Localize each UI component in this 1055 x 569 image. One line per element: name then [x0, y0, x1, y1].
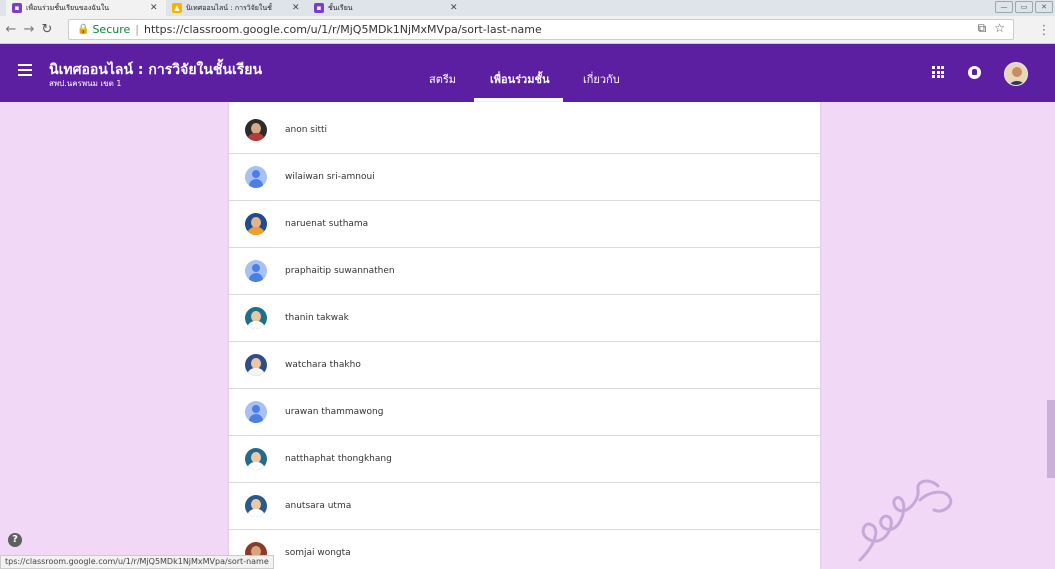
menu-icon[interactable] [18, 64, 32, 76]
student-name: thanin takwak [285, 313, 349, 323]
app-header: นิเทศออนไลน์ : การวิจัยในชั้นเรียน สพป.น… [0, 44, 1055, 102]
avatar [245, 401, 267, 423]
browser-tab-label: เพื่อนร่วมชั้นเรียนของฉันใน [26, 3, 110, 12]
avatar [245, 260, 267, 282]
window-controls: — ▭ ✕ [995, 1, 1053, 13]
avatar [245, 166, 267, 188]
close-icon[interactable]: ✕ [292, 3, 300, 13]
close-window-button[interactable]: ✕ [1035, 1, 1053, 13]
list-item[interactable]: thanin takwak [229, 295, 820, 342]
browser-tab-label: นิเทศออนไลน์ : การวิจัยในชั้ [186, 3, 272, 12]
apps-grid-icon[interactable] [932, 66, 944, 78]
avatar [245, 307, 267, 329]
status-bar-url: tps://classroom.google.com/u/1/r/MjQ5MDk… [0, 555, 274, 569]
avatar [245, 495, 267, 517]
account-avatar[interactable] [1004, 62, 1028, 86]
tab-stream[interactable]: สตรีม [429, 70, 456, 88]
url-text: https://classroom.google.com/u/1/r/MjQ5M… [144, 23, 542, 36]
lock-icon: 🔒 [77, 24, 90, 35]
avatar [245, 354, 267, 376]
maximize-button[interactable]: ▭ [1015, 1, 1033, 13]
list-item[interactable]: urawan thammawong [229, 389, 820, 436]
url-input[interactable]: 🔒 Secure | https://classroom.google.com/… [68, 19, 1014, 40]
browser-tab-class[interactable]: ▲ นิเทศออนไลน์ : การวิจัยในชั้ ✕ [166, 0, 308, 16]
notifications-icon[interactable] [968, 66, 981, 79]
scrollbar[interactable] [1047, 400, 1055, 478]
student-name: watchara thakho [285, 360, 361, 370]
back-arrow-icon[interactable]: ← [2, 21, 20, 39]
address-bar: ← → ↻ 🔒 Secure | https://classroom.googl… [0, 16, 1055, 44]
browser-tab-classes[interactable]: ▪ ชั้นเรียน ✕ [308, 0, 468, 16]
drive-tab-icon: ▲ [172, 3, 182, 13]
avatar [245, 448, 267, 470]
avatar [245, 119, 267, 141]
student-name: urawan thammawong [285, 407, 384, 417]
url-separator: | [135, 23, 139, 36]
secure-label: Secure [92, 23, 131, 36]
list-item[interactable]: anon sitti [229, 107, 820, 154]
student-name: anon sitti [285, 125, 328, 135]
more-menu-icon[interactable]: ⋮ [1035, 21, 1053, 39]
student-name: somjai wongta [285, 548, 351, 558]
list-item[interactable]: naruenat suthama [229, 201, 820, 248]
watermark-decoration [858, 479, 953, 562]
list-item[interactable]: praphaitip suwannathen [229, 248, 820, 295]
student-name: anutsara utma [285, 501, 352, 511]
student-name: natthaphat thongkhang [285, 454, 392, 464]
list-item[interactable]: somjai wongta [229, 530, 820, 569]
minimize-button[interactable]: — [995, 1, 1013, 13]
student-name: naruenat suthama [285, 219, 369, 229]
avatar [245, 213, 267, 235]
browser-tab-strip: ▪ เพื่อนร่วมชั้นเรียนของฉันใน ✕ ▲ นิเทศอ… [0, 0, 1055, 16]
list-item[interactable]: anutsara utma [229, 483, 820, 530]
help-icon[interactable]: ? [8, 533, 22, 547]
tab-about[interactable]: เกี่ยวกับ [583, 70, 620, 88]
classmates-list: anon sitti wilaiwan sri-amnoui naruenat … [229, 102, 820, 569]
classroom-tab-icon: ▪ [12, 3, 22, 13]
bookmark-star-icon[interactable]: ☆ [994, 21, 1005, 36]
close-icon[interactable]: ✕ [450, 3, 458, 13]
translate-icon[interactable]: ⧉ [978, 21, 987, 36]
student-name: praphaitip suwannathen [285, 266, 395, 276]
browser-tab-label: ชั้นเรียน [328, 3, 353, 12]
classroom-tab-icon: ▪ [314, 3, 324, 13]
browser-tab-classmates[interactable]: ▪ เพื่อนร่วมชั้นเรียนของฉันใน ✕ [6, 0, 166, 16]
class-subtitle: สพป.นครพนม เขต 1 [49, 79, 122, 88]
list-item[interactable]: wilaiwan sri-amnoui [229, 154, 820, 201]
tab-classmates[interactable]: เพื่อนร่วมชั้น [490, 70, 549, 88]
close-icon[interactable]: ✕ [150, 3, 158, 13]
student-name: wilaiwan sri-amnoui [285, 172, 375, 182]
list-item[interactable]: watchara thakho [229, 342, 820, 389]
list-item[interactable]: natthaphat thongkhang [229, 436, 820, 483]
forward-arrow-icon[interactable]: → [20, 21, 38, 39]
reload-icon[interactable]: ↻ [38, 21, 56, 39]
